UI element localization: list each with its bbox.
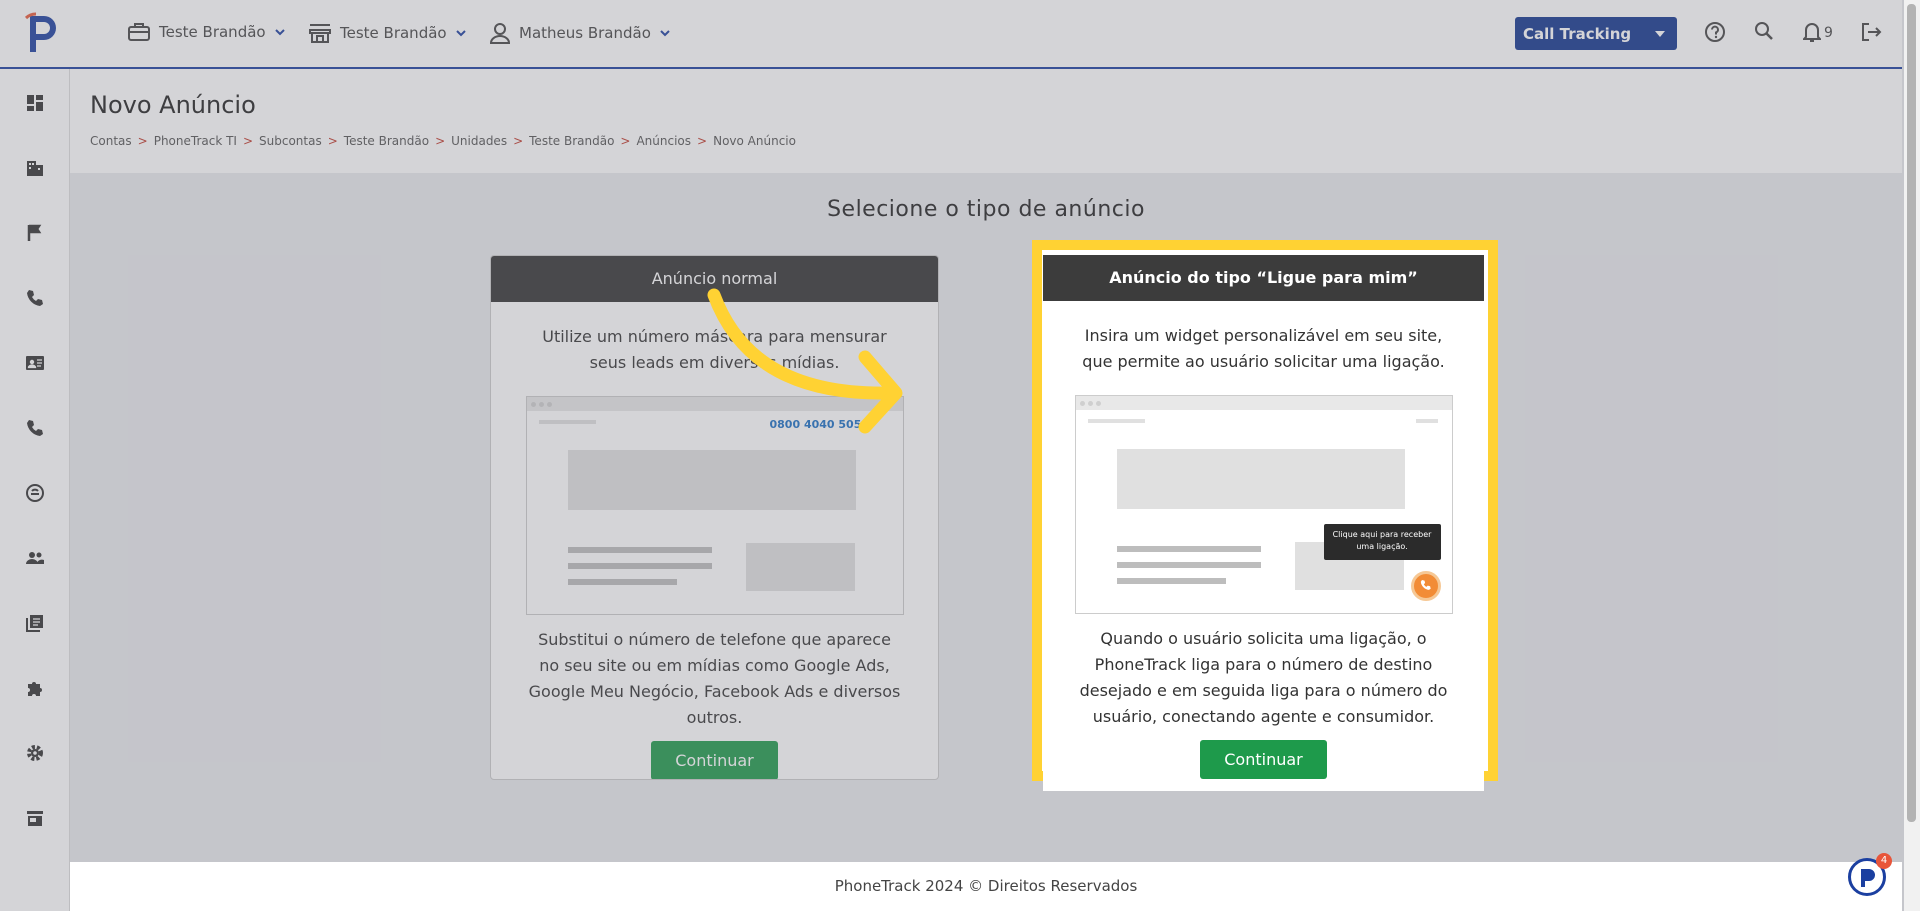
chat-badge: 4 <box>1876 853 1892 869</box>
top-bar: Teste Brandão Teste Brandão Matheus Bran… <box>0 0 1902 69</box>
storefront-icon[interactable] <box>25 808 45 828</box>
breadcrumb-item[interactable]: Subcontas <box>259 134 322 148</box>
product-select[interactable]: Call Tracking <box>1515 17 1677 50</box>
page-header: Novo Anúncio Contas > PhoneTrack TI > Subc… <box>70 69 1902 173</box>
breadcrumb: Contas > PhoneTrack TI > Subcontas > Teste … <box>90 134 796 148</box>
breadcrumb-separator: > <box>513 134 524 148</box>
search-icon[interactable] <box>1754 21 1774 41</box>
library-books-icon[interactable] <box>25 613 45 633</box>
breadcrumb-item[interactable]: Teste Brandão <box>529 134 614 148</box>
section-heading: Selecione o tipo de anúncio <box>827 197 1145 222</box>
breadcrumb-current: Novo Anúncio <box>713 134 796 148</box>
phonetrack-logo-icon[interactable] <box>22 12 58 54</box>
phone-icon[interactable] <box>25 288 45 308</box>
breadcrumb-separator: > <box>697 134 708 148</box>
callme-tooltip: Clique aqui para receber uma ligação. <box>1323 524 1441 560</box>
user-icon <box>489 23 511 44</box>
account-selector[interactable]: Teste Brandão <box>127 22 286 42</box>
card-callme-details: Quando o usuário solicita uma ligação, o… <box>1079 629 1448 726</box>
sidebar <box>0 69 70 911</box>
breadcrumb-item[interactable]: PhoneTrack TI <box>154 134 237 148</box>
breadcrumb-separator: > <box>327 134 338 148</box>
breadcrumb-separator: > <box>435 134 446 148</box>
page-title: Novo Anúncio <box>90 91 256 119</box>
notifications-count: 9 <box>1824 25 1833 41</box>
product-select-label: Call Tracking <box>1523 24 1632 43</box>
user-menu[interactable]: Matheus Brandão <box>489 22 671 44</box>
building-icon[interactable] <box>25 158 45 178</box>
bell-icon[interactable] <box>1803 21 1821 43</box>
card-callme-title: Anúncio do tipo “Ligue para mim” <box>1043 255 1484 301</box>
briefcase-icon <box>128 23 150 41</box>
card-normal-details: Substitui o número de telefone que apare… <box>528 630 901 727</box>
continue-callme-button[interactable]: Continuar <box>1200 740 1327 779</box>
breadcrumb-item[interactable]: Unidades <box>451 134 507 148</box>
store-icon <box>309 24 331 43</box>
footer: PhoneTrack 2024 © Direitos Reservados <box>70 862 1902 911</box>
continue-normal-button[interactable]: Continuar <box>651 741 778 779</box>
card-callme-ad: Anúncio do tipo “Ligue para mim” Insira … <box>1043 255 1484 791</box>
logout-icon[interactable] <box>1860 21 1882 43</box>
scrollbar[interactable] <box>1904 0 1920 911</box>
extension-puzzle-icon[interactable] <box>25 678 45 698</box>
phone-call-icon[interactable] <box>25 418 45 438</box>
chevron-down-icon <box>660 30 670 37</box>
chat-widget-button[interactable]: 4 <box>1848 853 1892 896</box>
chevron-down-icon <box>274 29 285 36</box>
breadcrumb-item[interactable]: Contas <box>90 134 132 148</box>
guide-arrow-icon <box>707 288 903 434</box>
dropdown-caret-icon <box>1655 31 1665 37</box>
breadcrumb-separator: > <box>620 134 631 148</box>
unit-selector[interactable]: Teste Brandão <box>308 22 467 44</box>
people-icon[interactable] <box>25 548 45 568</box>
help-icon[interactable] <box>1704 21 1726 43</box>
account-selector-label: Teste Brandão <box>159 23 266 41</box>
unit-selector-label: Teste Brandão <box>340 24 447 42</box>
breadcrumb-separator: > <box>242 134 254 148</box>
user-menu-label: Matheus Brandão <box>519 24 651 42</box>
breadcrumb-separator: > <box>137 134 148 148</box>
contact-card-icon[interactable] <box>25 353 45 373</box>
settings-gear-icon[interactable] <box>25 743 45 763</box>
callme-ad-mockup: Clique aqui para receber uma ligação. <box>1074 395 1453 614</box>
dashboard-icon[interactable] <box>25 93 45 113</box>
scrollbar-thumb[interactable] <box>1907 4 1916 822</box>
card-callme-description: Insira um widget personalizável em seu s… <box>1082 326 1445 371</box>
phone-icon <box>1420 580 1431 590</box>
flag-icon[interactable] <box>25 223 45 243</box>
breadcrumb-item[interactable]: Teste Brandão <box>344 134 429 148</box>
callme-widget-button <box>1410 571 1441 601</box>
speed-gauge-icon[interactable] <box>25 483 45 503</box>
chevron-down-icon <box>455 30 466 37</box>
breadcrumb-item[interactable]: Anúncios <box>636 134 691 148</box>
